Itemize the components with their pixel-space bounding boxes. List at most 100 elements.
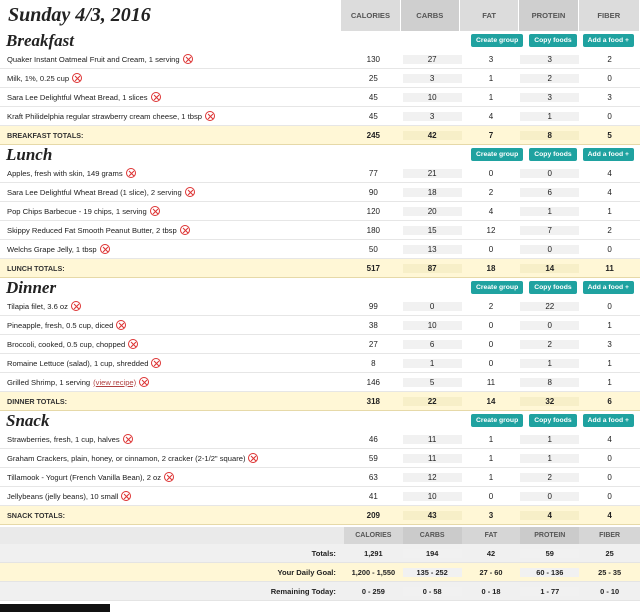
delete-icon[interactable] [70,301,81,311]
food-name[interactable]: Jellybeans (jelly beans), 10 small [7,492,118,501]
food-name-cell: Pop Chips Barbecue - 19 chips, 1 serving [0,206,344,216]
food-name[interactable]: Tillamook - Yogurt (French Vanilla Bean)… [7,473,161,482]
diary-header: Sunday 4/3, 2016 CALORIES CARBS FAT PROT… [0,0,640,31]
food-name[interactable]: Sara Lee Delightful Wheat Bread (1 slice… [7,188,182,197]
food-value-fat: 0 [488,339,494,349]
delete-icon[interactable] [205,111,215,121]
meal-total-carbs: 87 [402,263,462,273]
food-name-cell: Welchs Grape Jelly, 1 tbsp [0,244,344,254]
summary-header-carbs: CARBS [402,527,462,544]
food-name[interactable]: Kraft Philidelphia regular strawberry cr… [7,112,202,121]
add-food-button[interactable]: Add a food + [582,281,634,294]
food-value-fat: 1 [488,453,494,463]
delete-icon[interactable] [248,453,259,463]
meal-totals-breakfast: BREAKFAST TOTALS: 245 42 7 8 5 [0,126,640,145]
food-row: Pop Chips Barbecue - 19 chips, 1 serving… [0,202,640,221]
food-value-fiber: 0 [607,73,612,83]
delete-icon[interactable] [164,472,175,482]
meal-total-fat: 7 [488,130,494,140]
copy-foods-button[interactable]: Copy foods [529,281,577,294]
food-name-cell: Apples, fresh with skin, 149 grams [0,168,344,178]
food-row: Grilled Shrimp, 1 serving (view recipe) 14… [0,373,640,392]
food-name[interactable]: Pineapple, fresh, 0.5 cup, diced [7,321,113,330]
food-value-protein: 3 [520,54,580,64]
food-name-cell: Sara Lee Delightful Wheat Bread, 1 slice… [0,92,344,102]
food-row: Kraft Philidelphia regular strawberry cr… [0,107,640,126]
delete-icon[interactable] [182,54,193,64]
food-name[interactable]: Pop Chips Barbecue - 19 chips, 1 serving [7,207,147,216]
food-value-protein: 1 [520,206,580,216]
create-group-button[interactable]: Create group [470,148,524,161]
food-row: Tillamook - Yogurt (French Vanilla Bean)… [0,468,640,487]
food-name[interactable]: Romaine Lettuce (salad), 1 cup, shredded [7,359,148,368]
add-food-button[interactable]: Add a food + [582,414,634,427]
delete-icon[interactable] [116,320,127,330]
food-name[interactable]: Milk, 1%, 0.25 cup [7,74,69,83]
delete-icon[interactable] [72,73,83,83]
meal-total-fat: 18 [486,263,496,273]
delete-icon[interactable] [122,434,133,444]
delete-icon[interactable] [128,339,139,349]
create-group-button[interactable]: Create group [470,34,524,47]
view-recipe-link[interactable]: (view recipe) [93,378,136,387]
summary-remaining-fiber: 0 - 10 [600,586,620,596]
create-group-button[interactable]: Create group [470,414,524,427]
food-value-fat: 1 [488,73,494,83]
food-value-protein: 0 [520,320,580,330]
food-value-carbs: 27 [402,54,462,64]
food-value-fiber: 4 [607,187,612,197]
meal-total-fat: 3 [488,510,494,520]
copy-foods-button[interactable]: Copy foods [529,34,577,47]
food-name-cell: Milk, 1%, 0.25 cup [0,73,344,83]
delete-icon[interactable] [139,377,150,387]
food-value-fiber: 1 [607,320,612,330]
summary-remaining-calories: 0 - 259 [361,586,385,596]
food-name-cell: Tillamook - Yogurt (French Vanilla Bean)… [0,472,344,482]
food-value-protein: 1 [520,434,580,444]
food-value-protein: 22 [520,301,580,311]
food-value-fat: 2 [488,301,494,311]
delete-icon[interactable] [149,206,160,216]
food-name[interactable]: Sara Lee Delightful Wheat Bread, 1 slice… [7,93,148,102]
meal-totals-label: LUNCH TOTALS: [7,263,65,273]
summary-remaining-row: Remaining Today: 0 - 259 0 - 58 0 - 18 1 - 7… [0,582,640,601]
food-name[interactable]: Grilled Shrimp, 1 serving [7,378,90,387]
delete-icon[interactable] [150,92,161,102]
delete-icon[interactable] [179,225,190,235]
food-value-carbs: 3 [402,73,462,83]
copy-foods-button[interactable]: Copy foods [529,148,577,161]
food-name[interactable]: Broccoli, cooked, 0.5 cup, chopped [7,340,125,349]
meal-total-fiber: 4 [607,510,612,520]
food-name-cell: Sara Lee Delightful Wheat Bread (1 slice… [0,187,344,197]
food-name[interactable]: Graham Crackers, plain, honey, or cinnam… [7,454,245,463]
food-name-cell: Romaine Lettuce (salad), 1 cup, shredded [0,358,344,368]
food-name[interactable]: Tilapia filet, 3.6 oz [7,302,68,311]
meal-header-lunch: Lunch Create group Copy foods Add a food + [0,145,640,164]
food-value-calories: 46 [368,434,378,444]
food-name[interactable]: Apples, fresh with skin, 149 grams [7,169,123,178]
add-food-button[interactable]: Add a food + [582,34,634,47]
delete-icon[interactable] [125,168,136,178]
food-name-cell: Broccoli, cooked, 0.5 cup, chopped [0,339,344,349]
delete-icon[interactable] [184,187,195,197]
food-value-carbs: 12 [402,472,462,482]
summary-goal-calories: 1,200 - 1,550 [351,567,396,577]
food-name[interactable]: Quaker Instant Oatmeal Fruit and Cream, … [7,55,180,64]
meal-title-snack: Snack [6,411,50,430]
delete-icon[interactable] [151,358,162,368]
food-name[interactable]: Strawberries, fresh, 1 cup, halves [7,435,120,444]
meal-actions-snack: Create group Copy foods Add a food + [345,414,640,427]
add-food-button[interactable]: Add a food + [582,148,634,161]
copy-foods-button[interactable]: Copy foods [529,414,577,427]
food-name[interactable]: Welchs Grape Jelly, 1 tbsp [7,245,97,254]
delete-icon[interactable] [99,244,110,254]
delete-icon[interactable] [121,491,132,501]
food-value-fat: 4 [488,206,494,216]
food-value-carbs: 1 [402,358,462,368]
food-value-protein: 0 [520,491,580,501]
food-name[interactable]: Skippy Reduced Fat Smooth Peanut Butter,… [7,226,177,235]
create-group-button[interactable]: Create group [470,281,524,294]
food-value-carbs: 5 [402,377,462,387]
food-row: Strawberries, fresh, 1 cup, halves 46 11 1 1… [0,430,640,449]
food-row: Apples, fresh with skin, 149 grams 77 21 0 0… [0,164,640,183]
